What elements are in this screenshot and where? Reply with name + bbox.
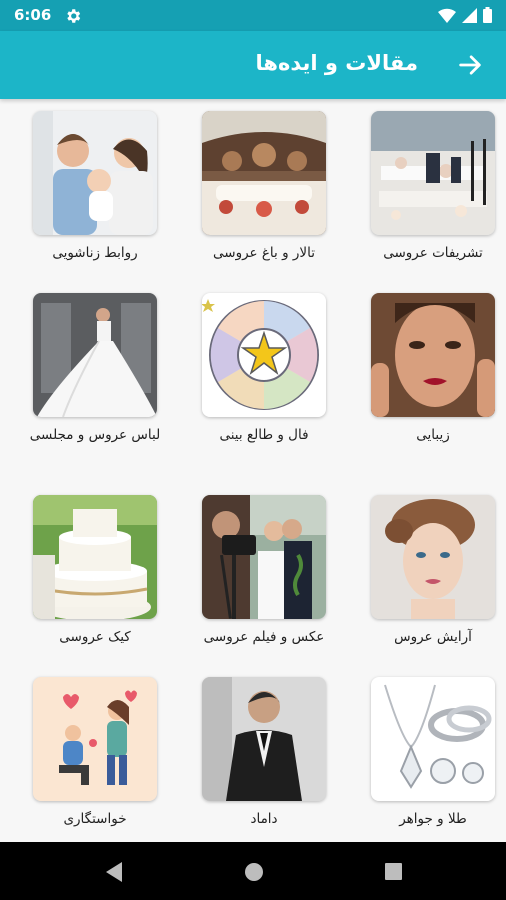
jewelry-photo bbox=[371, 677, 495, 801]
category-label: طلا و جواهر bbox=[399, 811, 467, 827]
wifi-icon bbox=[438, 8, 456, 23]
page-title: مقالات و ایده‌ها bbox=[255, 51, 418, 75]
battery-icon bbox=[483, 7, 492, 23]
category-label: روابط زناشویی bbox=[52, 245, 138, 261]
category-label: فال و طالع بینی bbox=[219, 427, 309, 443]
category-label: کیک عروسی bbox=[59, 629, 131, 645]
settings-icon bbox=[67, 9, 81, 23]
wedding-dress-photo bbox=[33, 293, 157, 417]
category-label: خواستگاری bbox=[63, 811, 127, 827]
signal-icon bbox=[462, 7, 477, 23]
wedding-hall-garden-photo bbox=[202, 111, 326, 235]
couple-with-baby-photo bbox=[33, 111, 157, 235]
arrow-right-icon[interactable] bbox=[456, 51, 484, 79]
category-label: تشریفات عروسی bbox=[383, 245, 483, 261]
category-label: لباس عروس و مجلسی bbox=[29, 427, 161, 443]
home-circle-icon[interactable] bbox=[244, 862, 264, 882]
wedding-cake-photo bbox=[33, 495, 157, 619]
proposal-illustration bbox=[33, 677, 157, 801]
category-label: تالار و باغ عروسی bbox=[213, 245, 315, 261]
category-label: عکس و فیلم عروسی bbox=[203, 629, 325, 645]
woman-beauty-portrait-photo bbox=[371, 293, 495, 417]
category-label: آرایش عروس bbox=[394, 629, 472, 645]
category-grid: تشریفات عروسی تالار و باغ عروسی روابط زن… bbox=[0, 100, 506, 842]
status-time: 6:06 bbox=[14, 6, 52, 24]
category-label: داماد bbox=[250, 811, 278, 827]
status-bar: 6:06 bbox=[0, 0, 506, 31]
groom-suit-photo bbox=[202, 677, 326, 801]
system-nav-bar bbox=[0, 842, 506, 900]
recents-square-icon[interactable] bbox=[385, 863, 402, 880]
category-label: زیبایی bbox=[416, 427, 450, 443]
back-triangle-icon[interactable] bbox=[104, 861, 124, 883]
bride-makeup-photo bbox=[371, 495, 495, 619]
app-bar: مقالات و ایده‌ها bbox=[0, 31, 506, 99]
wedding-photographer-photo bbox=[202, 495, 326, 619]
zodiac-wheel-illustration bbox=[202, 293, 326, 417]
wedding-reception-photo bbox=[371, 111, 495, 235]
